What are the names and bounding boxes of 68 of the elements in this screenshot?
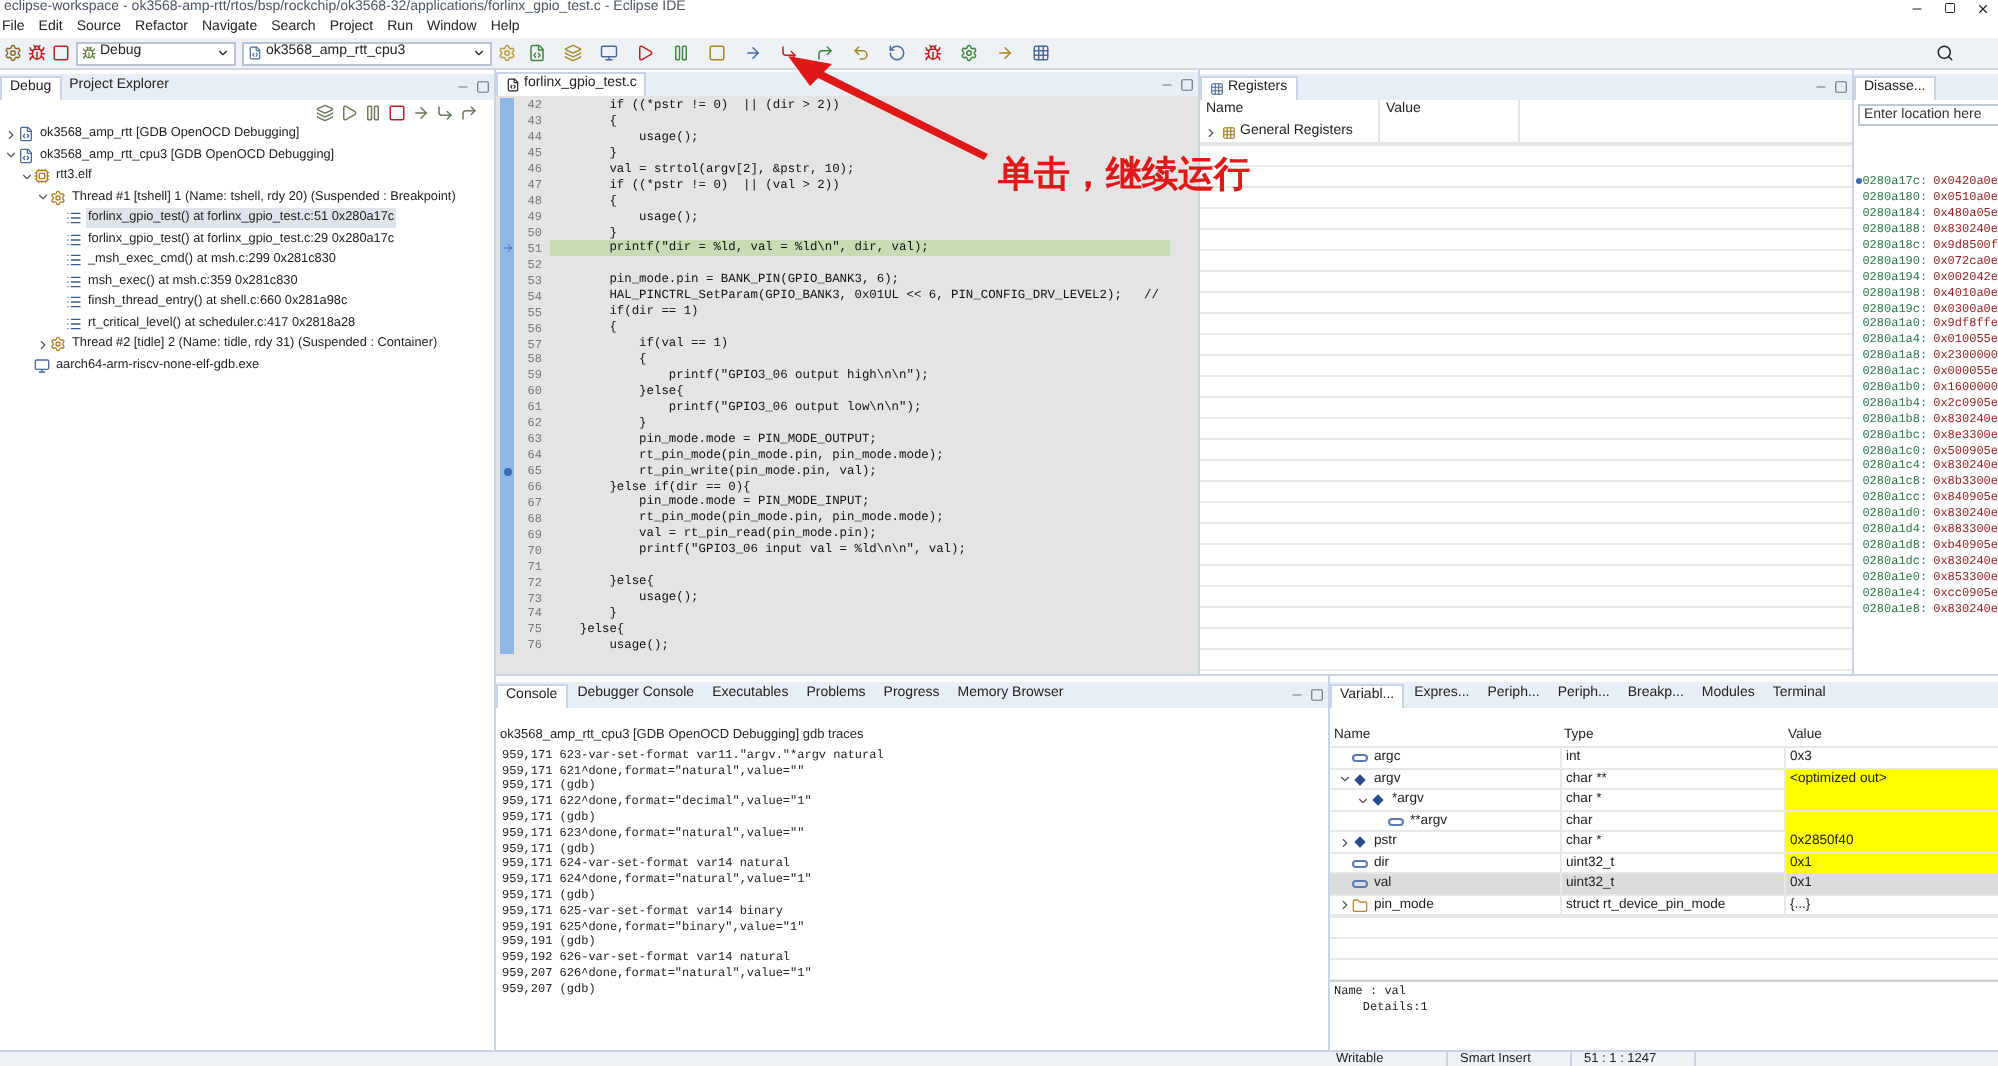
caret-icon xyxy=(472,46,486,60)
new-file-icon[interactable] xyxy=(528,44,546,62)
annotation-text: 单击，继续运行 xyxy=(998,152,1250,200)
minimize-icon[interactable] xyxy=(1814,80,1828,94)
collapse-caret-icon[interactable] xyxy=(3,148,17,163)
registers-icon xyxy=(1210,81,1224,95)
bug-icon[interactable] xyxy=(28,44,46,62)
ruler-cell[interactable] xyxy=(500,98,514,114)
expand-caret-icon[interactable] xyxy=(1337,835,1351,850)
register-group-icon xyxy=(1222,125,1236,140)
stack-frame-icon xyxy=(66,294,82,311)
breakpoint-icon[interactable] xyxy=(503,467,511,476)
save-all-icon[interactable] xyxy=(564,44,582,62)
collapse-caret-icon[interactable] xyxy=(19,169,33,184)
launch-icon xyxy=(18,147,34,164)
stack-frame-icon xyxy=(66,273,82,290)
expand-caret-icon[interactable] xyxy=(3,127,17,142)
minimize-icon[interactable] xyxy=(1910,2,1924,16)
struct-icon xyxy=(1352,897,1368,914)
restart-icon[interactable] xyxy=(888,44,906,62)
c-file-icon xyxy=(506,78,520,92)
process-icon xyxy=(34,168,50,185)
suspend-icon[interactable] xyxy=(364,103,382,121)
stack-frame-icon xyxy=(66,315,82,332)
suspend-icon[interactable] xyxy=(672,44,690,62)
collapse-caret-icon[interactable] xyxy=(1355,793,1369,808)
step-over-icon[interactable] xyxy=(436,103,454,121)
variable-icon xyxy=(1388,817,1404,826)
stop-icon[interactable] xyxy=(708,44,726,62)
maximize-icon[interactable] xyxy=(1944,2,1956,14)
launch-icon xyxy=(248,46,262,60)
collapse-all-icon[interactable] xyxy=(316,103,334,121)
pointer-icon xyxy=(1354,836,1366,848)
back-icon[interactable] xyxy=(852,44,870,62)
display-icon[interactable] xyxy=(600,44,618,62)
resume-icon[interactable] xyxy=(340,103,358,121)
resume-icon[interactable] xyxy=(636,44,654,62)
stop-icon[interactable] xyxy=(388,103,406,121)
step-return-icon[interactable] xyxy=(816,44,834,62)
stack-frame-icon xyxy=(66,210,82,227)
step-into-icon[interactable] xyxy=(412,103,430,121)
variable-icon xyxy=(1352,754,1368,763)
caret-icon xyxy=(216,46,230,60)
step-into-icon[interactable] xyxy=(744,44,762,62)
search-icon[interactable] xyxy=(1936,44,1954,62)
expand-caret-icon[interactable] xyxy=(1337,898,1351,913)
stack-frame-icon xyxy=(66,231,82,248)
program-icon xyxy=(34,357,50,374)
collapse-caret-icon[interactable] xyxy=(1337,772,1351,787)
forward-icon[interactable] xyxy=(996,44,1014,62)
bug-icon xyxy=(82,46,96,60)
minimize-icon[interactable] xyxy=(456,80,470,94)
tools-icon[interactable] xyxy=(960,44,978,62)
step-return-icon[interactable] xyxy=(460,103,478,121)
settings-icon[interactable] xyxy=(498,44,516,62)
stop-icon[interactable] xyxy=(52,44,70,62)
minimize-icon[interactable] xyxy=(1290,688,1304,702)
thread-icon xyxy=(50,189,66,206)
stack-frame-icon xyxy=(66,252,82,269)
collapse-caret-icon[interactable] xyxy=(35,190,49,205)
tools-icon[interactable] xyxy=(4,44,22,62)
expand-caret-icon[interactable] xyxy=(35,337,49,352)
debug-icon[interactable] xyxy=(924,44,942,62)
thread-icon xyxy=(50,336,66,353)
expand-caret-icon[interactable] xyxy=(1204,125,1218,140)
close-icon[interactable] xyxy=(1976,2,1990,16)
launch-icon xyxy=(18,126,34,143)
perspective-icon[interactable] xyxy=(1032,44,1050,62)
